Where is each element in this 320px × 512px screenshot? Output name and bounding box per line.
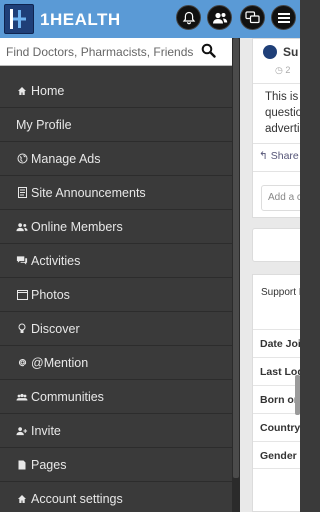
sidebar-item-discover[interactable]: Discover — [0, 312, 232, 346]
bell-icon — [182, 11, 196, 25]
menu-icon — [277, 12, 291, 24]
sidebar-item-label: Photos — [31, 287, 70, 302]
sidebar-item-label: Pages — [31, 457, 67, 472]
info-row-born-on: Born on: — [253, 385, 300, 413]
sidebar-item-home[interactable]: Home — [0, 74, 232, 108]
sidebar-item-manage-ads[interactable]: Manage Ads — [0, 142, 232, 176]
top-bar: 1HEALTH — [0, 0, 300, 38]
sidebar-scrollbar[interactable] — [232, 38, 240, 512]
post-card: Su ◷ 2 This is question advertis ↰ Share… — [252, 38, 300, 218]
main-scroll-thumb[interactable] — [295, 375, 300, 415]
sidebar-item-label: @Mention — [31, 355, 89, 370]
user-plus-icon — [16, 426, 28, 436]
post-time: ◷ 2 — [275, 65, 291, 75]
home-icon — [16, 494, 28, 504]
sidebar-item-photos[interactable]: Photos — [0, 278, 232, 312]
home-icon — [16, 86, 28, 96]
info-row-country: Country — [253, 413, 300, 441]
sidebar-item-account-settings[interactable]: Account settings — [0, 482, 232, 512]
globe-icon — [16, 153, 28, 164]
comments-icon — [16, 255, 28, 266]
users-icon — [16, 222, 28, 232]
document-icon — [16, 187, 28, 198]
main-feed: Su ◷ 2 This is question advertis ↰ Share… — [240, 38, 300, 512]
post-body: This is question advertis — [265, 91, 300, 135]
sidebar-item-label: Home — [31, 83, 65, 98]
share-icon: ↰ — [259, 150, 268, 162]
clock-icon: ◷ — [275, 65, 283, 75]
sidebar-item-invite[interactable]: Invite — [0, 414, 232, 448]
info-row-last-login: Last Log — [253, 357, 300, 385]
sidebar-item-label: Communities — [31, 389, 104, 404]
sidebar-item-label: Activities — [31, 253, 81, 268]
app-logo[interactable] — [4, 4, 34, 34]
post-author[interactable]: Su — [283, 45, 298, 59]
search-bar — [0, 38, 232, 66]
main-menu-button[interactable] — [271, 5, 296, 30]
search-input[interactable] — [6, 42, 196, 62]
sidebar-item-activities[interactable]: Activities — [0, 244, 232, 278]
sidebar-item-label: Discover — [31, 321, 80, 336]
sidebar-item-pages[interactable]: Pages — [0, 448, 232, 482]
lightbulb-icon — [16, 323, 28, 334]
comment-input[interactable]: Add a c — [261, 185, 300, 211]
sidebar-item-label: Account settings — [31, 491, 123, 506]
divider — [253, 171, 300, 172]
info-header: Support I — [261, 287, 300, 298]
sidebar-menu: Home My Profile Manage Ads Site Announce… — [0, 66, 232, 512]
share-button[interactable]: ↰ Share — [259, 150, 299, 162]
sidebar-item-label: Invite — [31, 423, 61, 438]
sidebar-item-communities[interactable]: Communities — [0, 380, 232, 414]
sidebar-item-label: Manage Ads — [31, 151, 101, 166]
friends-button[interactable] — [207, 5, 232, 30]
sidebar-item-label: Online Members — [31, 219, 123, 234]
search-icon[interactable] — [201, 43, 216, 63]
notifications-button[interactable] — [176, 5, 201, 30]
empty-card — [252, 228, 300, 262]
community-icon — [16, 393, 28, 401]
at-icon — [16, 358, 28, 367]
sidebar-item-label: Site Announcements — [31, 185, 146, 200]
info-row-gender: Gender — [253, 441, 300, 469]
sidebar-item-site-announcements[interactable]: Site Announcements — [0, 176, 232, 210]
sidebar-item-online-members[interactable]: Online Members — [0, 210, 232, 244]
page-icon — [16, 460, 28, 470]
sidebar-scroll-thumb[interactable] — [233, 38, 239, 478]
chat-icon — [245, 10, 260, 25]
divider — [253, 143, 300, 144]
app-brand: 1HEALTH — [40, 10, 121, 29]
sidebar-item-my-profile[interactable]: My Profile — [0, 108, 232, 142]
photo-icon — [16, 289, 28, 300]
profile-info-card: Support I Date Joi Last Log Born on: Cou… — [252, 274, 300, 512]
friends-icon — [212, 11, 228, 25]
info-row-date-joined: Date Joi — [253, 329, 300, 357]
divider — [253, 83, 300, 84]
sidebar-item-label: My Profile — [16, 117, 72, 132]
messages-button[interactable] — [240, 5, 265, 30]
sidebar-item-mention[interactable]: @Mention — [0, 346, 232, 380]
avatar[interactable] — [263, 45, 277, 59]
post-header: Su — [263, 45, 298, 59]
